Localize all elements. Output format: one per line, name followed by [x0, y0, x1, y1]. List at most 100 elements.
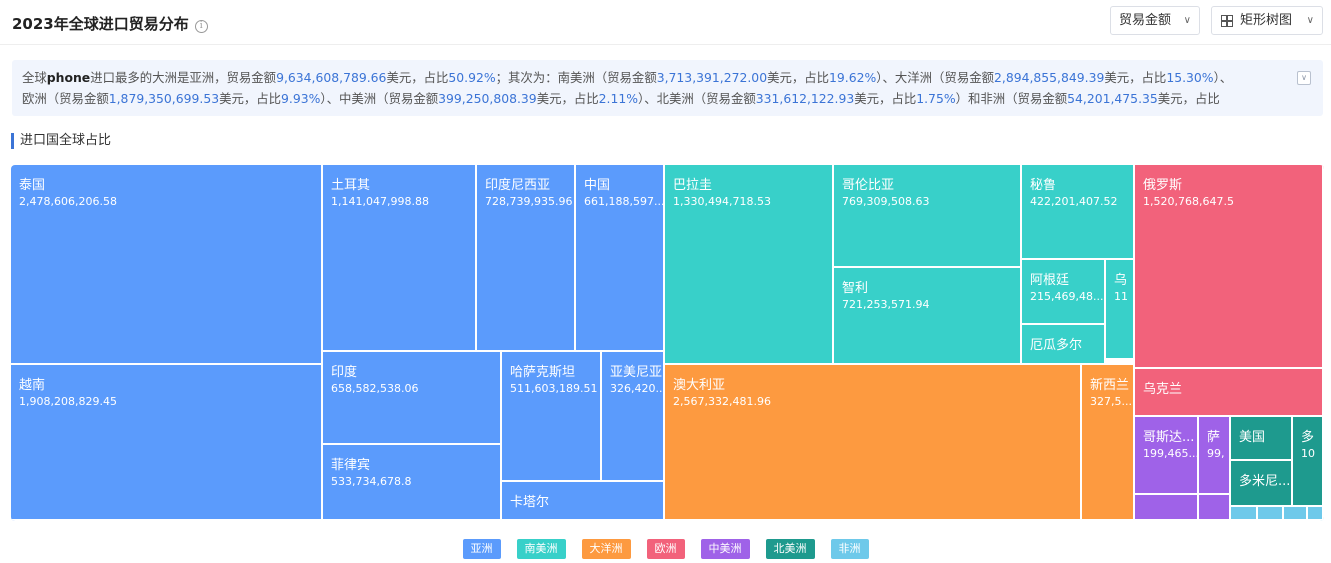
tile-value: 769,309,508.63	[842, 195, 930, 208]
treemap-tile[interactable]: 俄罗斯 1,520,768,647.5	[1135, 165, 1324, 369]
treemap-tile[interactable]: 乌 11	[1106, 260, 1135, 360]
tile-label: 土耳其	[331, 178, 371, 193]
summary-text: 全球	[22, 70, 47, 85]
treemap-tile[interactable]: 卡塔尔	[502, 482, 665, 521]
treemap-tile[interactable]: 印度尼西亚 728,739,935.96	[477, 165, 576, 352]
legend-item[interactable]: 中美洲	[700, 539, 750, 559]
tile-value: 1,141,047,998.88	[331, 195, 429, 208]
summary-line-2: 欧洲（贸易金额1,879,350,699.53美元，占比9.93%）、中美洲（贸…	[22, 88, 1283, 109]
tile-label: 印度	[331, 365, 358, 380]
treemap-tile[interactable]: 新西兰 327,5...	[1082, 365, 1135, 521]
summary-number: 50.92%	[448, 70, 496, 85]
tile-label: 乌	[1114, 273, 1128, 288]
legend-item[interactable]: 北美洲	[765, 539, 815, 559]
summary-text: 美元，占比	[219, 91, 282, 106]
tile-label: 泰国	[19, 178, 46, 193]
summary-text: 进口最多的大洲是亚洲，贸易金额	[90, 70, 277, 85]
summary-text: ；其次为：南美洲（贸易金额	[495, 70, 657, 85]
summary-number: 9,634,608,789.66	[276, 70, 387, 85]
summary-number: 54,201,475.35	[1067, 91, 1158, 106]
treemap-tile[interactable]: 印度 658,582,538.06	[323, 352, 502, 445]
legend-item[interactable]: 大洋洲	[581, 539, 631, 559]
treemap-tile[interactable]: 秘鲁 422,201,407.52	[1022, 165, 1135, 260]
treemap-tile[interactable]: 哥斯达... 199,465...	[1135, 417, 1199, 495]
treemap-tile[interactable]: 澳大利亚 2,567,332,481.96	[665, 365, 1082, 521]
tile-value: 2,478,606,206.58	[19, 195, 117, 208]
tile-value: 728,739,935.96	[485, 195, 573, 208]
treemap-tile[interactable]: 萨 99,	[1199, 417, 1231, 495]
tile-label: 卡塔尔	[510, 495, 550, 510]
summary-text: 美元，占比	[1157, 91, 1220, 106]
treemap-tile[interactable]: 菲律宾 533,734,678.8	[323, 445, 502, 521]
tile-value: 10	[1301, 447, 1315, 460]
tile-value: 511,603,189.51	[510, 382, 598, 395]
treemap-tile[interactable]: 厄瓜多尔	[1022, 325, 1106, 365]
summary-text: ）、北美洲（贸易金额	[638, 91, 756, 106]
metric-select-value: 贸易金额	[1119, 13, 1172, 28]
tile-value: 2,567,332,481.96	[673, 395, 771, 408]
summary-box: 全球phone进口最多的大洲是亚洲，贸易金额9,634,608,789.66美元…	[12, 60, 1323, 116]
info-icon[interactable]: i	[194, 20, 208, 33]
tile-value: 533,734,678.8	[331, 475, 412, 488]
legend-item[interactable]: 亚洲	[462, 539, 501, 559]
treemap-tile[interactable]	[1258, 507, 1284, 521]
treemap-tile[interactable]: 多 10	[1293, 417, 1324, 507]
tile-label: 巴拉圭	[673, 178, 713, 193]
summary-number: 2.11%	[598, 91, 639, 106]
treemap-tile[interactable]: 巴拉圭 1,330,494,718.53	[665, 165, 834, 365]
tile-label: 新西兰	[1090, 378, 1130, 393]
treemap-tile[interactable]: 乌克兰	[1135, 369, 1324, 417]
treemap-tile[interactable]: 哥伦比亚 769,309,508.63	[834, 165, 1022, 268]
treemap-icon	[1221, 15, 1233, 27]
tile-label: 智利	[842, 281, 869, 296]
treemap-tile[interactable]: 多米尼...	[1231, 461, 1293, 507]
treemap-tile[interactable]: 美国	[1231, 417, 1293, 461]
legend-item[interactable]: 欧洲	[646, 539, 685, 559]
treemap-tile[interactable]: 中国 661,188,597....	[576, 165, 665, 352]
chevron-down-icon: ∨	[1183, 15, 1191, 26]
tile-value: 721,253,571.94	[842, 298, 930, 311]
metric-select[interactable]: 贸易金额 ∨	[1110, 6, 1200, 35]
tile-label: 乌克兰	[1143, 382, 1183, 397]
summary-number: 19.62%	[829, 70, 877, 85]
treemap-tile[interactable]: 亚美尼亚 326,420...	[602, 352, 665, 482]
tile-label: 秘鲁	[1030, 178, 1057, 193]
legend-item[interactable]: 南美洲	[516, 539, 566, 559]
chevron-down-icon: ∨	[1306, 15, 1314, 26]
treemap-tile[interactable]: 智利 721,253,571.94	[834, 268, 1022, 365]
treemap-tile[interactable]	[1135, 495, 1199, 521]
tile-label: 哈萨克斯坦	[510, 365, 576, 380]
summary-text: 美元，占比	[1104, 70, 1167, 85]
summary-text: 美元，占比	[386, 70, 449, 85]
expand-toggle-icon[interactable]: ∨	[1297, 71, 1311, 85]
treemap-tile[interactable]: 土耳其 1,141,047,998.88	[323, 165, 477, 352]
treemap-tile[interactable]	[1308, 507, 1324, 521]
treemap-tile[interactable]: 泰国 2,478,606,206.58	[11, 165, 323, 365]
tile-value: 215,469,48...	[1030, 290, 1104, 303]
treemap-tile[interactable]: 越南 1,908,208,829.45	[11, 365, 323, 521]
treemap-chart: 泰国 2,478,606,206.58 越南 1,908,208,829.45 土耳其 1…	[11, 165, 1324, 521]
treemap-tile[interactable]	[1231, 507, 1258, 521]
tile-label: 澳大利亚	[673, 378, 726, 393]
summary-text: ）、大洋洲（贸易金额	[876, 70, 994, 85]
tile-label: 中国	[584, 178, 611, 193]
tile-value: 661,188,597....	[584, 195, 665, 208]
treemap-tile[interactable]	[1199, 495, 1231, 521]
tile-label: 萨	[1207, 430, 1221, 445]
chart-type-select[interactable]: 矩形树图 ∨	[1211, 6, 1323, 35]
treemap-tile[interactable]	[1284, 507, 1308, 521]
tile-label: 厄瓜多尔	[1030, 338, 1083, 353]
treemap-tile[interactable]: 哈萨克斯坦 511,603,189.51	[502, 352, 602, 482]
tile-value: 326,420...	[610, 382, 665, 395]
legend-item[interactable]: 非洲	[830, 539, 869, 559]
summary-text: 欧洲（贸易金额	[22, 91, 109, 106]
summary-text: ）、中美洲（贸易金额	[320, 91, 439, 106]
summary-number: 331,612,122.93	[755, 91, 855, 106]
treemap-tile[interactable]: 阿根廷 215,469,48...	[1022, 260, 1106, 325]
section-title: 进口国全球占比	[11, 133, 111, 149]
tile-value: 658,582,538.06	[331, 382, 419, 395]
tile-value: 422,201,407.52	[1030, 195, 1118, 208]
tile-value: 199,465...	[1143, 447, 1199, 460]
page-title: 2023年全球进口贸易分布 i	[12, 13, 208, 34]
summary-text: 美元，占比	[767, 70, 830, 85]
